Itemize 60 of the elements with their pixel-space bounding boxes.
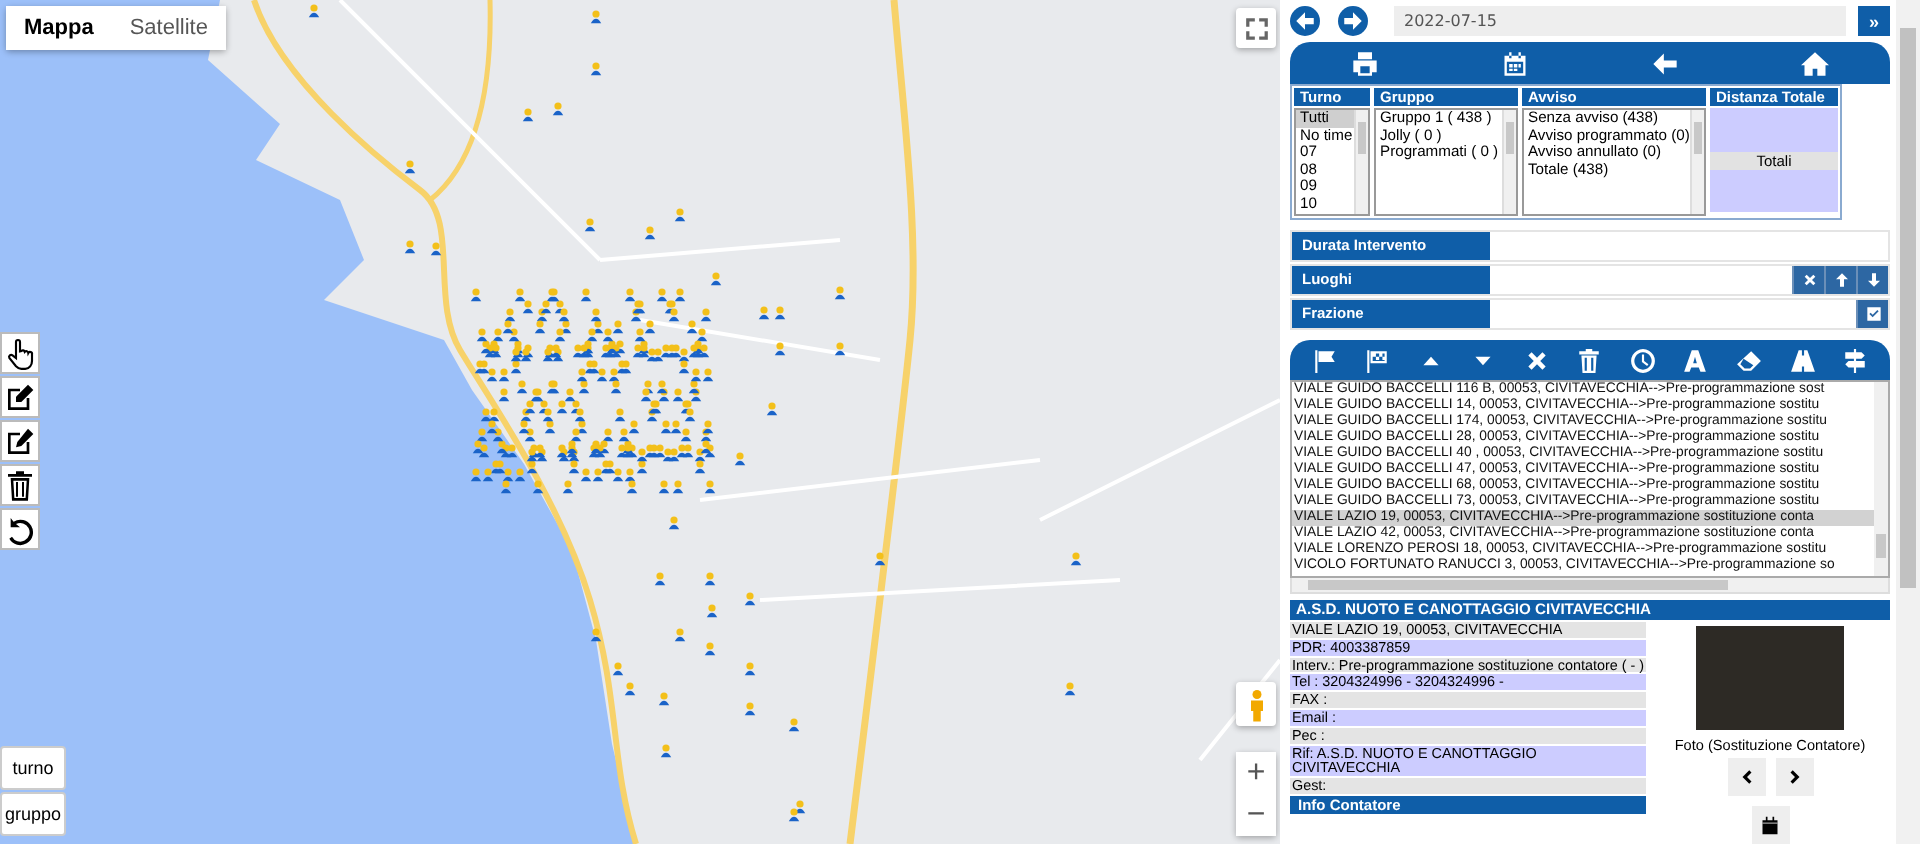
checkered-flag-icon — [1364, 347, 1391, 373]
trash-icon — [1576, 347, 1603, 373]
route-list[interactable] — [1290, 380, 1890, 578]
undo-icon — [4, 513, 36, 545]
map-tool-button[interactable] — [0, 464, 40, 506]
delete-button[interactable] — [1576, 347, 1603, 373]
back-button[interactable] — [1650, 49, 1680, 77]
close-icon — [1523, 347, 1550, 373]
trash-icon — [4, 469, 36, 501]
arrow-circle-right-icon — [1338, 6, 1368, 36]
fullscreen-icon — [1243, 15, 1269, 41]
person-icon — [1247, 687, 1265, 721]
layer-button[interactable]: gruppo — [0, 792, 66, 836]
calendar-button[interactable] — [1500, 49, 1530, 77]
eraser-icon — [1736, 347, 1763, 373]
signpost-icon — [1842, 347, 1869, 373]
back-button[interactable] — [1290, 6, 1320, 36]
arrow-circle-left-icon — [1290, 6, 1320, 36]
remove-button[interactable] — [1523, 347, 1550, 373]
route-button[interactable] — [1789, 347, 1816, 373]
expand-button[interactable]: » — [1858, 6, 1890, 36]
clock-icon — [1629, 347, 1656, 373]
calendar-icon — [1500, 49, 1530, 77]
text-format-icon — [1682, 347, 1709, 373]
calendar-icon — [1760, 815, 1780, 835]
home-button[interactable] — [1800, 49, 1830, 77]
page-scrollbar[interactable] — [1896, 0, 1920, 844]
flag-button[interactable] — [1311, 347, 1338, 373]
chevron-left-icon — [1737, 768, 1755, 786]
scrollbar[interactable] — [1874, 382, 1888, 576]
time-button[interactable] — [1629, 347, 1656, 373]
arrow-left-icon — [1650, 49, 1680, 77]
directions-button[interactable] — [1842, 347, 1869, 373]
calendar-button[interactable] — [1751, 806, 1789, 844]
map-tool-button[interactable] — [0, 376, 40, 418]
road-icon — [1789, 347, 1816, 373]
printer-icon — [1350, 49, 1380, 77]
zoom-out-button[interactable]: − — [1236, 794, 1276, 836]
pencil-icon — [4, 425, 36, 457]
previous-button[interactable] — [1727, 758, 1765, 796]
map-type-tab[interactable]: Mappa — [6, 6, 112, 50]
date-field[interactable]: 2022-07-15 — [1394, 6, 1846, 36]
clear-button[interactable] — [1736, 347, 1763, 373]
map-type-tab[interactable]: Satellite — [111, 6, 226, 50]
pointer-hand-icon — [4, 337, 36, 369]
zoom-in-button[interactable]: + — [1236, 752, 1276, 794]
text-button[interactable] — [1682, 347, 1709, 373]
forward-button[interactable] — [1338, 6, 1368, 36]
print-button[interactable] — [1350, 49, 1380, 77]
flag-icon — [1311, 347, 1338, 373]
next-button[interactable] — [1775, 758, 1813, 796]
layer-button[interactable]: turno — [0, 746, 66, 790]
scrollbar[interactable] — [1290, 578, 1890, 594]
map-tool-button[interactable] — [0, 508, 40, 550]
home-icon — [1800, 49, 1830, 77]
map-tool-button[interactable] — [0, 332, 40, 374]
chevron-right-icon — [1785, 768, 1803, 786]
map-tool-button[interactable] — [0, 420, 40, 462]
fullscreen-button[interactable] — [1236, 8, 1276, 48]
finish-flag-button[interactable] — [1364, 347, 1391, 373]
